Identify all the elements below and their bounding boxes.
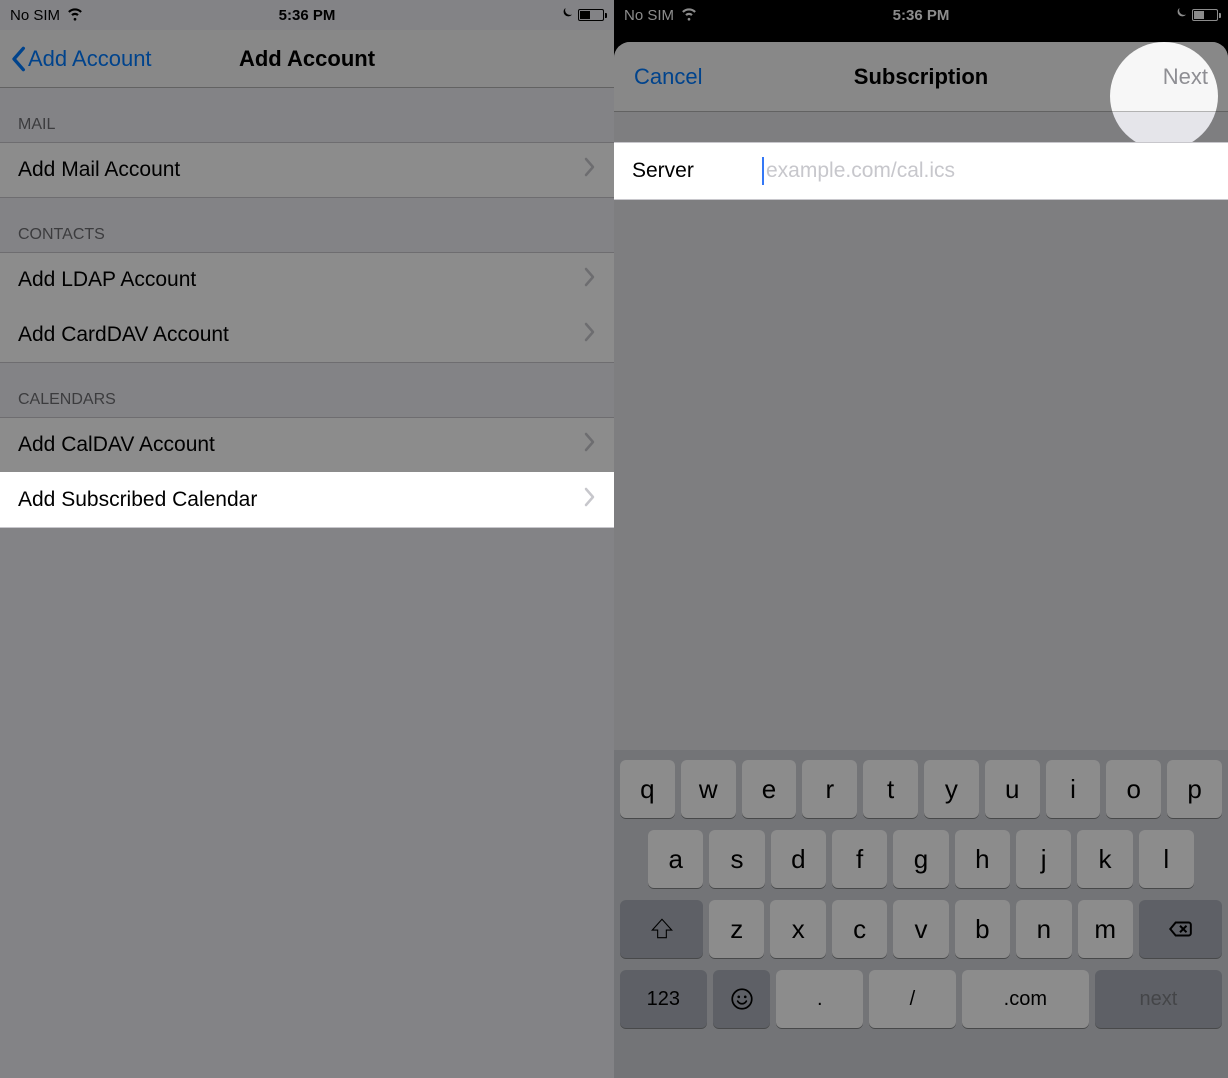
key-r[interactable]: r bbox=[802, 760, 857, 818]
row-add-subscribed-calendar[interactable]: Add Subscribed Calendar bbox=[0, 472, 614, 528]
row-label: Add Mail Account bbox=[18, 158, 180, 182]
key-s[interactable]: s bbox=[709, 830, 764, 888]
sheet-header: Cancel Subscription Next bbox=[614, 42, 1228, 112]
dot-key[interactable]: . bbox=[776, 970, 863, 1028]
key-h[interactable]: h bbox=[955, 830, 1010, 888]
right-screenshot: No SIM 5:36 PM Cancel Subscription Next … bbox=[614, 0, 1228, 1078]
key-q[interactable]: q bbox=[620, 760, 675, 818]
status-bar: No SIM 5:36 PM bbox=[0, 0, 614, 30]
row-label: Add LDAP Account bbox=[18, 268, 196, 292]
chevron-right-icon bbox=[584, 267, 596, 293]
server-row[interactable]: Server bbox=[614, 142, 1228, 200]
dotcom-key[interactable]: .com bbox=[962, 970, 1089, 1028]
key-d[interactable]: d bbox=[771, 830, 826, 888]
left-screenshot: No SIM 5:36 PM Add Account Add Account M… bbox=[0, 0, 614, 1078]
backspace-key[interactable] bbox=[1139, 900, 1222, 958]
status-bar: No SIM 5:36 PM bbox=[614, 0, 1228, 30]
key-v[interactable]: v bbox=[893, 900, 948, 958]
slash-key[interactable]: / bbox=[869, 970, 956, 1028]
battery-icon bbox=[1192, 9, 1218, 21]
key-j[interactable]: j bbox=[1016, 830, 1071, 888]
chevron-right-icon bbox=[584, 322, 596, 348]
key-k[interactable]: k bbox=[1077, 830, 1132, 888]
keyboard: qwertyuiop asdfghjkl zxcvbnm 123 . / .co… bbox=[614, 750, 1228, 1078]
key-w[interactable]: w bbox=[681, 760, 736, 818]
chevron-right-icon bbox=[584, 487, 596, 513]
section-header-mail: MAIL bbox=[0, 88, 614, 142]
numbers-key[interactable]: 123 bbox=[620, 970, 707, 1028]
key-c[interactable]: c bbox=[832, 900, 887, 958]
key-n[interactable]: n bbox=[1016, 900, 1071, 958]
key-p[interactable]: p bbox=[1167, 760, 1222, 818]
key-g[interactable]: g bbox=[893, 830, 948, 888]
key-y[interactable]: y bbox=[924, 760, 979, 818]
row-label: Add CardDAV Account bbox=[18, 323, 229, 347]
nav-title: Add Account bbox=[0, 46, 614, 72]
key-z[interactable]: z bbox=[709, 900, 764, 958]
row-label: Add CalDAV Account bbox=[18, 433, 215, 457]
key-e[interactable]: e bbox=[742, 760, 797, 818]
key-a[interactable]: a bbox=[648, 830, 703, 888]
key-o[interactable]: o bbox=[1106, 760, 1161, 818]
section-header-calendars: CALENDARS bbox=[0, 363, 614, 417]
emoji-key[interactable] bbox=[713, 970, 771, 1028]
status-time: 5:36 PM bbox=[0, 7, 614, 24]
dim-overlay-bottom bbox=[0, 528, 614, 1078]
key-f[interactable]: f bbox=[832, 830, 887, 888]
section-header-contacts: CONTACTS bbox=[0, 198, 614, 252]
key-b[interactable]: b bbox=[955, 900, 1010, 958]
key-i[interactable]: i bbox=[1046, 760, 1101, 818]
status-time: 5:36 PM bbox=[614, 7, 1228, 24]
row-add-carddav-account[interactable]: Add CardDAV Account bbox=[0, 307, 614, 363]
nav-bar: Add Account Add Account bbox=[0, 30, 614, 88]
shift-key[interactable] bbox=[620, 900, 703, 958]
server-input[interactable] bbox=[766, 159, 1210, 183]
key-t[interactable]: t bbox=[863, 760, 918, 818]
sheet-title: Subscription bbox=[614, 64, 1228, 90]
row-add-caldav-account[interactable]: Add CalDAV Account bbox=[0, 417, 614, 473]
row-label: Add Subscribed Calendar bbox=[18, 488, 257, 512]
key-u[interactable]: u bbox=[985, 760, 1040, 818]
row-add-mail-account[interactable]: Add Mail Account bbox=[0, 142, 614, 198]
row-add-ldap-account[interactable]: Add LDAP Account bbox=[0, 252, 614, 308]
key-m[interactable]: m bbox=[1078, 900, 1133, 958]
key-x[interactable]: x bbox=[770, 900, 825, 958]
subscription-sheet: Cancel Subscription Next Server qwertyui… bbox=[614, 42, 1228, 1078]
keyboard-next-key[interactable]: next bbox=[1095, 970, 1222, 1028]
key-l[interactable]: l bbox=[1139, 830, 1194, 888]
chevron-right-icon bbox=[584, 432, 596, 458]
battery-icon bbox=[578, 9, 604, 21]
server-label: Server bbox=[632, 159, 762, 183]
chevron-right-icon bbox=[584, 157, 596, 183]
text-caret bbox=[762, 157, 764, 185]
